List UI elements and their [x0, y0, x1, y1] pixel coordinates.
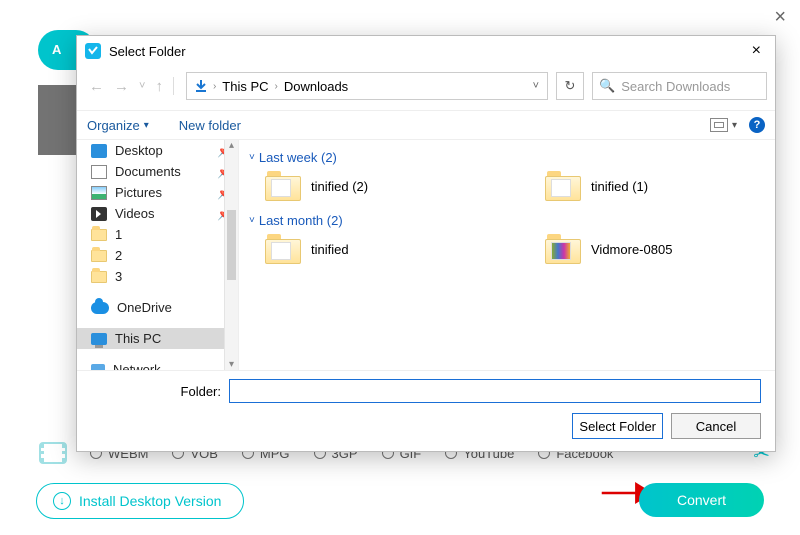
folder-label: tinified (2): [311, 179, 368, 194]
convert-button[interactable]: Convert: [639, 483, 764, 517]
nav-tree: Desktop📌Documents📌Pictures📌Videos📌 1 2 3 One…: [77, 140, 239, 370]
net-icon: [91, 364, 105, 371]
folder-icon: [91, 250, 107, 262]
close-icon[interactable]: ×: [746, 40, 767, 62]
group-header-label: Last week (2): [259, 150, 337, 165]
cancel-button[interactable]: Cancel: [671, 413, 761, 439]
download-icon: ↓: [53, 492, 71, 510]
tree-item-pictures[interactable]: Pictures📌: [77, 182, 238, 203]
tree-item-desktop[interactable]: Desktop📌: [77, 140, 238, 161]
view-icon: [710, 118, 728, 132]
folder-icon: [265, 171, 301, 201]
search-icon: 🔍: [599, 78, 615, 94]
tree-item-label: 2: [115, 248, 122, 263]
tree-item-label: Videos: [115, 206, 155, 221]
tree-item-label: Desktop: [115, 143, 163, 158]
select-folder-dialog: Select Folder × ← → ˅ ↑ › This PC › Down…: [76, 35, 776, 452]
tree-item-label: This PC: [115, 331, 161, 346]
folder-label: tinified: [311, 242, 349, 257]
folder-label: tinified (1): [591, 179, 648, 194]
tree-item-label: OneDrive: [117, 300, 172, 315]
pc-icon: [91, 333, 107, 345]
app-logo-icon: [85, 43, 101, 59]
tree-item-this-pc[interactable]: This PC: [77, 328, 238, 349]
help-icon[interactable]: ?: [749, 117, 765, 133]
address-bar[interactable]: › This PC › Downloads ˅: [186, 72, 548, 100]
tree-item-2[interactable]: 2: [77, 245, 238, 266]
tree-item-network[interactable]: Network: [77, 359, 238, 370]
group-header[interactable]: ˅ Last month (2): [249, 213, 765, 228]
chevron-down-icon: ˅: [249, 152, 255, 163]
bg-thumbnail: [38, 85, 78, 155]
tree-item-label: Documents: [115, 164, 181, 179]
install-desktop-button[interactable]: ↓ Install Desktop Version: [36, 483, 244, 519]
refresh-button[interactable]: ↻: [556, 72, 584, 100]
select-folder-button[interactable]: Select Folder: [572, 413, 663, 439]
search-input[interactable]: 🔍 Search Downloads: [592, 72, 767, 100]
organize-menu[interactable]: Organize ▾: [87, 118, 149, 133]
breadcrumb[interactable]: This PC: [218, 79, 272, 94]
breadcrumb[interactable]: Downloads: [280, 79, 352, 94]
folder-item[interactable]: Vidmore-0805: [545, 234, 745, 264]
tree-item-1[interactable]: 1: [77, 224, 238, 245]
tree-item-3[interactable]: 3: [77, 266, 238, 287]
close-icon[interactable]: ×: [774, 6, 786, 29]
new-folder-button[interactable]: New folder: [179, 118, 241, 133]
tree-item-videos[interactable]: Videos📌: [77, 203, 238, 224]
tree-item-label: Pictures: [115, 185, 162, 200]
folder-field-label: Folder:: [91, 384, 221, 399]
pic-icon: [91, 186, 107, 200]
back-button[interactable]: ←: [89, 78, 104, 95]
folder-icon: [265, 234, 301, 264]
chevron-down-icon: ˅: [249, 215, 255, 226]
folder-label: Vidmore-0805: [591, 242, 672, 257]
folder-content: ˅ Last week (2) tinified (2) tinified (1) ˅ L…: [239, 140, 775, 370]
doc-icon: [91, 165, 107, 179]
group-header-label: Last month (2): [259, 213, 343, 228]
vid-icon: [91, 207, 107, 221]
scrollbar[interactable]: ▴▾: [224, 140, 238, 370]
tree-item-label: 1: [115, 227, 122, 242]
view-menu[interactable]: ▾: [710, 118, 737, 132]
address-dropdown-icon[interactable]: ˅: [533, 80, 543, 92]
folder-item[interactable]: tinified (2): [265, 171, 465, 201]
desktop-icon: [91, 144, 107, 158]
film-icon: [36, 439, 70, 467]
folder-icon: [91, 229, 107, 241]
folder-item[interactable]: tinified: [265, 234, 465, 264]
group-header[interactable]: ˅ Last week (2): [249, 150, 765, 165]
folder-icon: [545, 234, 581, 264]
tree-item-label: Network: [113, 362, 161, 370]
nav-arrows: ← → ˅ ↑: [85, 77, 178, 95]
forward-button[interactable]: →: [114, 78, 129, 95]
folder-name-input[interactable]: [229, 379, 761, 403]
downloads-icon: [191, 77, 211, 95]
tree-item-documents[interactable]: Documents📌: [77, 161, 238, 182]
cloud-icon: [91, 302, 109, 314]
tree-item-label: 3: [115, 269, 122, 284]
folder-icon: [545, 171, 581, 201]
folder-item[interactable]: tinified (1): [545, 171, 745, 201]
up-button[interactable]: ↑: [155, 78, 163, 95]
folder-icon: [91, 271, 107, 283]
recent-dropdown[interactable]: ˅: [139, 80, 145, 92]
tree-item-onedrive[interactable]: OneDrive: [77, 297, 238, 318]
dialog-title: Select Folder: [109, 44, 186, 59]
